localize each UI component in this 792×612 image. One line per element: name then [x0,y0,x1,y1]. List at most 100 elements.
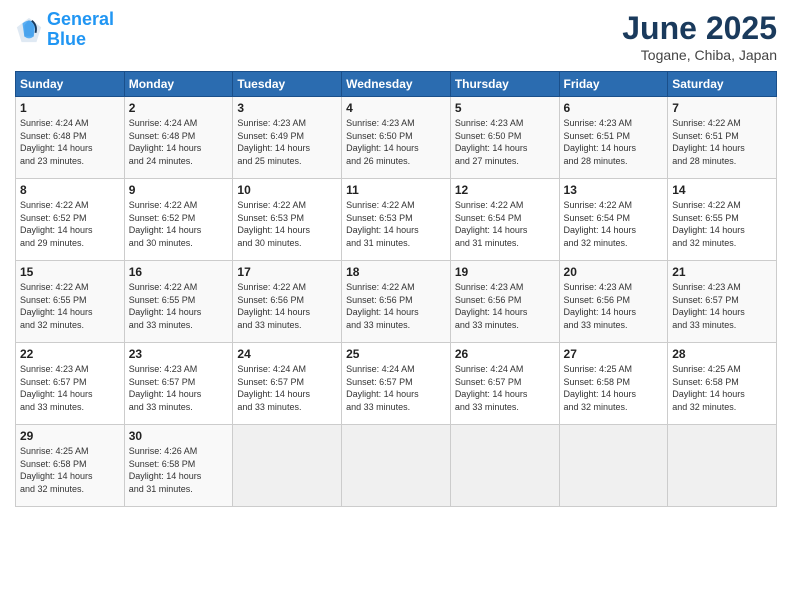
calendar-subtitle: Togane, Chiba, Japan [622,47,777,63]
day-info-28: Sunrise: 4:25 AM Sunset: 6:58 PM Dayligh… [672,363,772,413]
day-number-21: 21 [672,265,772,279]
day-info-5: Sunrise: 4:23 AM Sunset: 6:50 PM Dayligh… [455,117,555,167]
day-cell-11: 11 Sunrise: 4:22 AM Sunset: 6:53 PM Dayl… [342,179,451,261]
day-cell-28: 28 Sunrise: 4:25 AM Sunset: 6:58 PM Dayl… [668,343,777,425]
day-cell-10: 10 Sunrise: 4:22 AM Sunset: 6:53 PM Dayl… [233,179,342,261]
day-cell-14: 14 Sunrise: 4:22 AM Sunset: 6:55 PM Dayl… [668,179,777,261]
empty-cell [668,425,777,507]
header-tuesday: Tuesday [233,72,342,97]
week-row: 29 Sunrise: 4:25 AM Sunset: 6:58 PM Dayl… [16,425,777,507]
day-number-24: 24 [237,347,337,361]
header-row: Sunday Monday Tuesday Wednesday Thursday… [16,72,777,97]
day-cell-2: 2 Sunrise: 4:24 AM Sunset: 6:48 PM Dayli… [124,97,233,179]
title-block: June 2025 Togane, Chiba, Japan [622,10,777,63]
day-info-12: Sunrise: 4:22 AM Sunset: 6:54 PM Dayligh… [455,199,555,249]
day-info-29: Sunrise: 4:25 AM Sunset: 6:58 PM Dayligh… [20,445,120,495]
day-info-22: Sunrise: 4:23 AM Sunset: 6:57 PM Dayligh… [20,363,120,413]
day-cell-5: 5 Sunrise: 4:23 AM Sunset: 6:50 PM Dayli… [450,97,559,179]
logo-icon [15,16,43,44]
day-info-11: Sunrise: 4:22 AM Sunset: 6:53 PM Dayligh… [346,199,446,249]
day-cell-17: 17 Sunrise: 4:22 AM Sunset: 6:56 PM Dayl… [233,261,342,343]
day-number-28: 28 [672,347,772,361]
day-cell-13: 13 Sunrise: 4:22 AM Sunset: 6:54 PM Dayl… [559,179,668,261]
day-number-3: 3 [237,101,337,115]
day-number-22: 22 [20,347,120,361]
day-cell-24: 24 Sunrise: 4:24 AM Sunset: 6:57 PM Dayl… [233,343,342,425]
day-cell-9: 9 Sunrise: 4:22 AM Sunset: 6:52 PM Dayli… [124,179,233,261]
day-number-2: 2 [129,101,229,115]
day-cell-18: 18 Sunrise: 4:22 AM Sunset: 6:56 PM Dayl… [342,261,451,343]
day-info-23: Sunrise: 4:23 AM Sunset: 6:57 PM Dayligh… [129,363,229,413]
day-number-10: 10 [237,183,337,197]
day-cell-1: 1 Sunrise: 4:24 AM Sunset: 6:48 PM Dayli… [16,97,125,179]
day-number-8: 8 [20,183,120,197]
day-cell-12: 12 Sunrise: 4:22 AM Sunset: 6:54 PM Dayl… [450,179,559,261]
header-saturday: Saturday [668,72,777,97]
day-number-4: 4 [346,101,446,115]
header-thursday: Thursday [450,72,559,97]
day-number-11: 11 [346,183,446,197]
empty-cell [559,425,668,507]
header-sunday: Sunday [16,72,125,97]
day-info-26: Sunrise: 4:24 AM Sunset: 6:57 PM Dayligh… [455,363,555,413]
logo-line2: Blue [47,30,114,50]
day-info-15: Sunrise: 4:22 AM Sunset: 6:55 PM Dayligh… [20,281,120,331]
week-row: 22 Sunrise: 4:23 AM Sunset: 6:57 PM Dayl… [16,343,777,425]
logo-text-block: General Blue [47,10,114,50]
logo: General Blue [15,10,114,50]
day-number-20: 20 [564,265,664,279]
day-info-21: Sunrise: 4:23 AM Sunset: 6:57 PM Dayligh… [672,281,772,331]
week-row: 8 Sunrise: 4:22 AM Sunset: 6:52 PM Dayli… [16,179,777,261]
day-cell-22: 22 Sunrise: 4:23 AM Sunset: 6:57 PM Dayl… [16,343,125,425]
empty-cell [233,425,342,507]
day-info-7: Sunrise: 4:22 AM Sunset: 6:51 PM Dayligh… [672,117,772,167]
day-cell-27: 27 Sunrise: 4:25 AM Sunset: 6:58 PM Dayl… [559,343,668,425]
day-info-16: Sunrise: 4:22 AM Sunset: 6:55 PM Dayligh… [129,281,229,331]
day-cell-6: 6 Sunrise: 4:23 AM Sunset: 6:51 PM Dayli… [559,97,668,179]
day-number-29: 29 [20,429,120,443]
day-cell-26: 26 Sunrise: 4:24 AM Sunset: 6:57 PM Dayl… [450,343,559,425]
day-number-27: 27 [564,347,664,361]
day-number-17: 17 [237,265,337,279]
day-cell-29: 29 Sunrise: 4:25 AM Sunset: 6:58 PM Dayl… [16,425,125,507]
day-cell-21: 21 Sunrise: 4:23 AM Sunset: 6:57 PM Dayl… [668,261,777,343]
day-info-20: Sunrise: 4:23 AM Sunset: 6:56 PM Dayligh… [564,281,664,331]
page-container: General Blue June 2025 Togane, Chiba, Ja… [0,0,792,517]
week-row: 15 Sunrise: 4:22 AM Sunset: 6:55 PM Dayl… [16,261,777,343]
day-info-4: Sunrise: 4:23 AM Sunset: 6:50 PM Dayligh… [346,117,446,167]
day-number-9: 9 [129,183,229,197]
day-info-13: Sunrise: 4:22 AM Sunset: 6:54 PM Dayligh… [564,199,664,249]
day-number-15: 15 [20,265,120,279]
day-info-25: Sunrise: 4:24 AM Sunset: 6:57 PM Dayligh… [346,363,446,413]
header-wednesday: Wednesday [342,72,451,97]
week-row-1: 1 Sunrise: 4:24 AM Sunset: 6:48 PM Dayli… [16,97,777,179]
day-number-7: 7 [672,101,772,115]
day-cell-4: 4 Sunrise: 4:23 AM Sunset: 6:50 PM Dayli… [342,97,451,179]
day-info-8: Sunrise: 4:22 AM Sunset: 6:52 PM Dayligh… [20,199,120,249]
day-number-25: 25 [346,347,446,361]
day-number-12: 12 [455,183,555,197]
empty-cell [342,425,451,507]
day-info-3: Sunrise: 4:23 AM Sunset: 6:49 PM Dayligh… [237,117,337,167]
day-number-5: 5 [455,101,555,115]
day-number-19: 19 [455,265,555,279]
day-number-13: 13 [564,183,664,197]
logo-line1: General [47,10,114,30]
day-number-6: 6 [564,101,664,115]
day-info-9: Sunrise: 4:22 AM Sunset: 6:52 PM Dayligh… [129,199,229,249]
day-info-18: Sunrise: 4:22 AM Sunset: 6:56 PM Dayligh… [346,281,446,331]
day-info-19: Sunrise: 4:23 AM Sunset: 6:56 PM Dayligh… [455,281,555,331]
day-info-27: Sunrise: 4:25 AM Sunset: 6:58 PM Dayligh… [564,363,664,413]
day-number-30: 30 [129,429,229,443]
day-info-10: Sunrise: 4:22 AM Sunset: 6:53 PM Dayligh… [237,199,337,249]
day-number-1: 1 [20,101,120,115]
day-number-26: 26 [455,347,555,361]
header-friday: Friday [559,72,668,97]
empty-cell [450,425,559,507]
day-number-18: 18 [346,265,446,279]
day-info-30: Sunrise: 4:26 AM Sunset: 6:58 PM Dayligh… [129,445,229,495]
calendar-table: Sunday Monday Tuesday Wednesday Thursday… [15,71,777,507]
day-cell-23: 23 Sunrise: 4:23 AM Sunset: 6:57 PM Dayl… [124,343,233,425]
day-cell-8: 8 Sunrise: 4:22 AM Sunset: 6:52 PM Dayli… [16,179,125,261]
day-cell-15: 15 Sunrise: 4:22 AM Sunset: 6:55 PM Dayl… [16,261,125,343]
